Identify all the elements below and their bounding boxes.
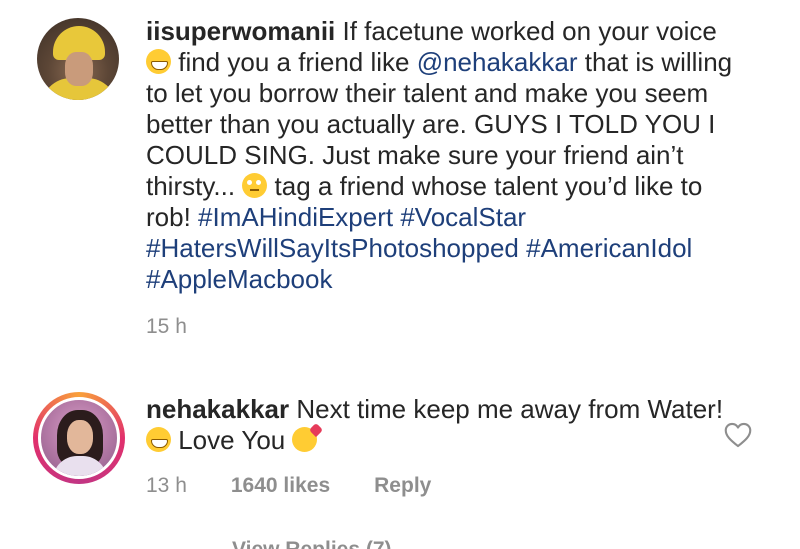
likes-count[interactable]: 1640 likes <box>231 474 330 498</box>
comment-text: find you a friend like <box>171 47 417 77</box>
comment-meta: 15 h <box>146 315 187 339</box>
kiss-emoji-icon <box>292 427 318 452</box>
comment-timestamp: 15 h <box>146 315 187 338</box>
comment-iisuperwomanii: iisuperwomanii If facetune worked on you… <box>0 0 800 360</box>
comment-text: If facetune worked on your voice <box>335 16 717 46</box>
avatar-face <box>67 420 93 454</box>
mention-link[interactable]: @nehakakkar <box>417 47 578 77</box>
comment-username[interactable]: nehakakkar <box>146 394 289 424</box>
comment-timestamp: 13 h <box>146 474 187 497</box>
hashtag-link[interactable]: #HatersWillSayItsPhotoshopped <box>146 233 519 263</box>
grinning-emoji-icon <box>146 49 171 74</box>
heart-outline-icon[interactable] <box>724 422 752 448</box>
comment-body: iisuperwomanii If facetune worked on you… <box>146 16 746 295</box>
comment-text: Next time keep me away from Water! <box>289 394 724 424</box>
comment-text: Love You <box>171 425 293 455</box>
hashtag-link[interactable]: #ImAHindiExpert <box>198 202 393 232</box>
reply-button[interactable]: Reply <box>374 474 431 498</box>
hashtag-link[interactable]: #VocalStar <box>400 202 526 232</box>
eye-roll-emoji-icon <box>242 173 268 198</box>
comment-thread: iisuperwomanii If facetune worked on you… <box>0 0 800 549</box>
comment-username[interactable]: iisuperwomanii <box>146 16 335 46</box>
avatar-nehakakkar <box>38 397 120 479</box>
comment-body: nehakakkar Next time keep me away from W… <box>146 394 746 456</box>
avatar-face <box>65 52 93 86</box>
view-replies-link[interactable]: View Replies (7) <box>232 538 392 549</box>
story-ring[interactable] <box>33 392 125 484</box>
avatar-iisuperwomanii[interactable] <box>37 18 119 100</box>
hashtag-link[interactable]: #AmericanIdol <box>526 233 692 263</box>
comment-nehakakkar: nehakakkar Next time keep me away from W… <box>0 378 800 528</box>
grinning-emoji-icon <box>146 427 171 452</box>
hashtag-link[interactable]: #AppleMacbook <box>146 264 332 294</box>
comment-meta: 13 h 1640 likes Reply <box>146 474 431 498</box>
